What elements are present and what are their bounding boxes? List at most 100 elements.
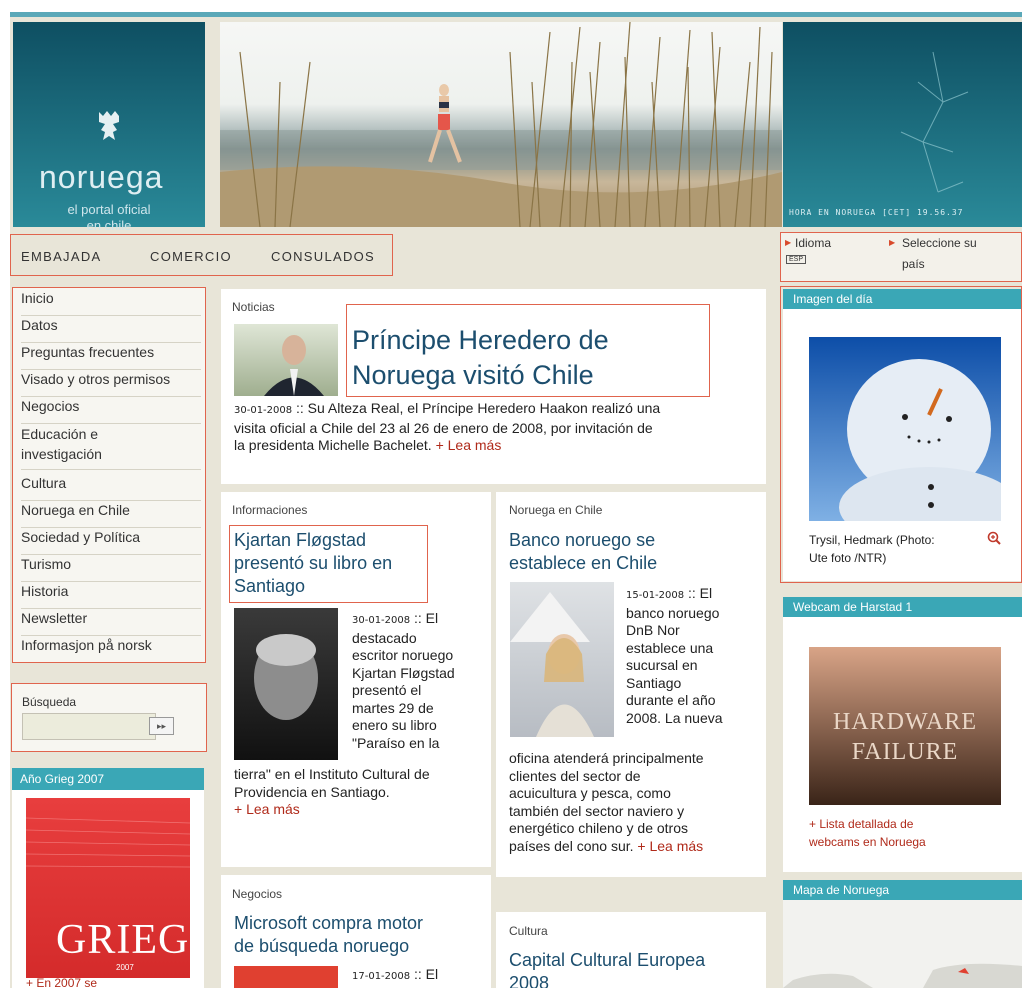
woman-photo[interactable] [510,582,614,737]
webcam-link-1[interactable]: + Lista detallada de [809,815,926,833]
header-banner-image [220,22,782,227]
informaciones-date: 30-01-2008 [352,615,411,626]
noruega-chile-read-more[interactable]: + Lea más [637,838,703,854]
sidebar-item-norsk[interactable]: Informasjon på norsk [21,637,201,661]
negocios-photo[interactable] [234,966,338,988]
noruega-chile-line: DnB Nor [626,622,680,638]
prince-photo[interactable] [234,324,338,396]
noruega-chile-headline-2[interactable]: establece en Chile [509,553,657,574]
top-navigation: EMBAJADA COMERCIO CONSULADOS [10,234,393,276]
logo-title: noruega [39,159,164,195]
noticias-headline[interactable]: Príncipe Heredero de [352,325,609,356]
negocios-headline-2[interactable]: de búsqueda noruego [234,936,409,957]
negocios-label: Negocios [232,887,283,901]
noticias-text-1: :: Su Alteza Real, el Príncipe Heredero … [296,400,661,416]
webcam-link[interactable]: + Lista detallada de webcams en Noruega [809,815,926,851]
search-button[interactable]: ▸▸ [149,717,174,735]
webcam-image-text-2: FAILURE [851,739,959,765]
noticias-text-2: visita oficial a Chile del 23 al 26 de e… [234,419,653,436]
cultura-headline[interactable]: Capital Cultural Europea [509,950,705,971]
sidebar-item-sociedad[interactable]: Sociedad y Política [21,529,201,555]
sidebar-item-cultura[interactable]: Cultura [21,475,201,501]
arrow-icon: ▶ [785,238,792,247]
language-country-selector: ▶ Idioma ESP ▶ Seleccione su país [780,232,1022,282]
banner-scene [220,22,782,227]
nav-consulados[interactable]: CONSULADOS [271,249,375,264]
informaciones-headline-2[interactable]: presentó su libro en [234,553,392,574]
noruega-chile-tail-3: acuicultura y pesca, como [509,785,671,801]
noruega-chile-tail-5: energético chileno y de otros [509,820,688,836]
search-input[interactable] [22,713,156,740]
informaciones-headline[interactable]: Kjartan Fløgstad [234,530,366,551]
noticias-date: 30-01-2008 [234,405,293,416]
mapa-card[interactable] [783,900,1022,988]
sidebar-menu: Inicio Datos Preguntas frecuentes Visado… [12,287,206,663]
informaciones-tail-2: Providencia en Santiago. [234,783,390,800]
author-photo[interactable] [234,608,338,760]
sidebar-item-negocios[interactable]: Negocios [21,398,201,424]
webcam-image[interactable]: HARDWARE FAILURE [809,647,1001,805]
informaciones-summary: 30-01-2008 :: El destacado escritor noru… [352,610,488,752]
language-link[interactable]: Idioma [795,236,831,250]
author-photo-figure [254,634,318,720]
webcam-card: HARDWARE FAILURE + Lista detallada de we… [783,617,1022,872]
informaciones-line: "Paraíso en la [352,734,440,751]
sidebar-item-historia[interactable]: Historia [21,583,201,609]
sidebar-item-educacion-2[interactable]: investigación [21,446,201,470]
prince-photo-figure [264,335,324,396]
grieg-logo-image[interactable]: GRIEG 2007 [25,798,191,978]
cultura-headline-2[interactable]: 2008 [509,973,549,988]
norway-time-clock: HORA EN NORUEGA [CET] 19.56.37 [789,208,964,217]
webcam-link-2[interactable]: webcams en Noruega [809,833,926,851]
nav-embajada[interactable]: EMBAJADA [21,249,101,264]
sidebar-item-educacion[interactable]: Educación e [21,426,201,446]
informaciones-tail-1: tierra" en el Instituto Cultural de [234,766,430,782]
noruega-chile-summary: 15-01-2008 :: El banco noruego DnB Nor e… [626,585,764,727]
noruega-chile-line: durante el año [626,692,716,708]
country-select-link-2[interactable]: país [902,257,925,271]
noruega-chile-headline[interactable]: Banco noruego se [509,530,655,551]
noruega-chile-tail-2: clientes del sector de [509,767,641,784]
informaciones-line: Kjartan Fløgstad [352,664,455,681]
sidebar-item-noruega-chile[interactable]: Noruega en Chile [21,502,201,528]
noticias-headline-2[interactable]: Noruega visitó Chile [352,360,594,391]
grieg-logo-year: 2007 [116,963,134,972]
search-panel: Búsqueda ▸▸ [11,683,207,752]
negocios-headline[interactable]: Microsoft compra motor [234,913,423,934]
sidebar-item-newsletter[interactable]: Newsletter [21,610,201,636]
informaciones-label: Informaciones [232,503,308,517]
informaciones-line: destacado [352,629,417,646]
noruega-chile-line: sucursal en [626,657,698,673]
grieg-heading: Año Grieg 2007 [12,768,204,790]
informaciones-line: escritor noruego [352,647,454,663]
sidebar-item-inicio[interactable]: Inicio [21,290,201,316]
sidebar-item-datos[interactable]: Datos [21,317,201,343]
noruega-chile-tail-1: oficina atenderá principalmente [509,750,704,766]
language-esp-badge[interactable]: ESP [786,255,807,264]
nav-comercio[interactable]: COMERCIO [150,249,232,264]
noruega-chile-line: Santiago [626,674,682,691]
negocios-date: 17-01-2008 [352,971,411,982]
mapa-heading: Mapa de Noruega [783,880,1022,900]
noticias-read-more[interactable]: + Lea más [436,437,502,453]
webcam-image-text-1: HARDWARE [833,709,977,735]
country-select-link[interactable]: Seleccione su [902,236,977,250]
sidebar-item-preguntas[interactable]: Preguntas frecuentes [21,344,201,370]
lion-crest-icon [99,111,119,140]
logo-subtitle: el portal oficial [67,202,151,217]
informaciones-headline-3[interactable]: Santiago [234,576,305,597]
music-notes-icon [25,817,191,868]
informaciones-read-more[interactable]: + Lea más [234,801,484,819]
sidebar-item-turismo[interactable]: Turismo [21,556,201,582]
woman-photo-figure [510,592,594,737]
noruega-chile-tail-4: también del sector naviero y [509,802,685,819]
noticias-summary: 30-01-2008 :: Su Alteza Real, el Príncip… [234,400,754,455]
negocios-text: :: El [414,966,439,982]
webcam-heading: Webcam de Harstad 1 [783,597,1022,617]
informaciones-line: martes 29 de [352,699,434,716]
site-logo[interactable]: noruega el portal oficial en chile [13,22,205,233]
grieg-card: GRIEG 2007 [12,790,204,988]
grieg-link[interactable]: + En 2007 se [26,976,97,988]
search-label: Búsqueda [22,695,77,709]
sidebar-item-visado[interactable]: Visado y otros permisos [21,371,201,397]
